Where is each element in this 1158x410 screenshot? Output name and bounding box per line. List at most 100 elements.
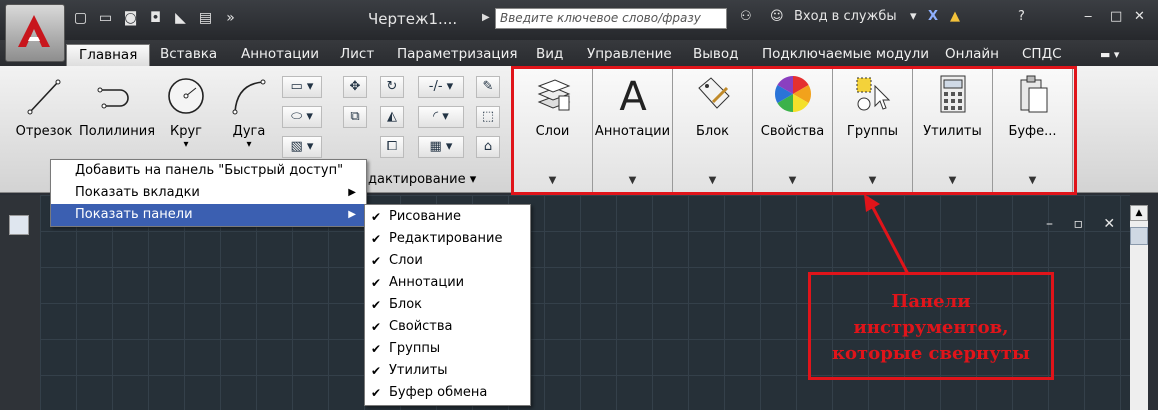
panel-expand-icon: ▾: [469, 172, 477, 187]
scale-button[interactable]: ⧠: [380, 136, 404, 158]
submenu-item-annotations[interactable]: ✔ Аннотации: [365, 272, 530, 294]
submenu-item-label: Свойства: [389, 319, 453, 334]
signin-link[interactable]: Вход в службы: [794, 9, 897, 24]
check-icon: ✔: [371, 386, 382, 400]
offset-button[interactable]: ⌂: [476, 136, 500, 158]
annotation-line-3: которые свернуты: [832, 343, 1030, 364]
submenu-item-utilities[interactable]: ✔ Утилиты: [365, 360, 530, 382]
save-icon[interactable]: ◙: [122, 10, 139, 27]
more-icon[interactable]: »: [222, 10, 239, 27]
move-button[interactable]: ✥: [343, 76, 367, 98]
quick-access-toolbar: ▢ ▭ ◙ ◘ ◣ ▤ »: [72, 10, 239, 27]
line-tool-label: Отрезок: [15, 124, 73, 139]
submenu-item-label: Группы: [389, 341, 441, 356]
hatch-button[interactable]: ▧ ▾: [282, 136, 322, 158]
tab-layout[interactable]: Лист: [340, 44, 374, 66]
ribbon-toggle-icon[interactable]: ▬ ▾: [1100, 44, 1119, 66]
search-input[interactable]: Введите ключевое слово/фразу: [495, 8, 727, 29]
menu-item-show-panels[interactable]: Показать панели ▶: [51, 204, 366, 226]
line-icon: [27, 79, 61, 115]
rotate-button[interactable]: ↻: [380, 76, 404, 98]
trim-button[interactable]: -/- ▾: [418, 76, 464, 98]
arc-dropdown-icon[interactable]: ▾: [226, 139, 272, 150]
viewport-control-icon[interactable]: [9, 215, 29, 235]
tab-spds[interactable]: СПДС: [1022, 44, 1062, 66]
arc-tool[interactable]: Дуга ▾: [226, 74, 272, 150]
tab-addins[interactable]: Подключаемые модули: [762, 44, 929, 66]
close-icon[interactable]: ✕: [1134, 9, 1145, 24]
autocad-logo-icon: [18, 15, 50, 47]
array-button[interactable]: ▦ ▾: [418, 136, 464, 158]
document-title: Чертеж1....: [368, 10, 458, 28]
submenu-arrow-icon: ▶: [348, 187, 356, 198]
modify-panel-label: дактирование: [368, 172, 466, 187]
submenu-item-label: Буфер обмена: [389, 385, 488, 400]
minimize-icon[interactable]: ‒: [1084, 9, 1092, 24]
exchange-icon[interactable]: X: [928, 9, 938, 24]
tab-home[interactable]: Главная: [66, 44, 151, 66]
left-toolbar: [0, 195, 40, 410]
ribbon-context-menu: Добавить на панель "Быстрый доступ" Пока…: [50, 159, 367, 227]
modify-panel-title[interactable]: дактирование ▾: [368, 172, 476, 187]
explode-button[interactable]: ⬚: [476, 106, 500, 128]
circle-tool-label: Круг: [169, 124, 202, 139]
submenu-item-label: Редактирование: [389, 231, 503, 246]
save-as-icon[interactable]: ◘: [147, 10, 164, 27]
tab-parametric[interactable]: Параметризация: [397, 44, 518, 66]
submenu-item-block[interactable]: ✔ Блок: [365, 294, 530, 316]
help-icon[interactable]: ?: [1018, 9, 1025, 24]
submenu-item-properties[interactable]: ✔ Свойства: [365, 316, 530, 338]
user-icon[interactable]: ☺: [770, 9, 784, 24]
circle-dropdown-icon[interactable]: ▾: [163, 139, 209, 150]
tab-annotate[interactable]: Аннотации: [241, 44, 319, 66]
polyline-tool[interactable]: Полилиния: [79, 74, 155, 139]
line-tool[interactable]: Отрезок: [13, 74, 75, 139]
scroll-thumb[interactable]: [1130, 227, 1148, 245]
copy-button[interactable]: ⧉: [343, 106, 367, 128]
autodesk-apps-icon[interactable]: ▲: [950, 9, 960, 24]
tab-online[interactable]: Онлайн: [945, 44, 999, 66]
polyline-icon: [97, 87, 129, 109]
tab-manage[interactable]: Управление: [587, 44, 672, 66]
mirror-button[interactable]: ◭: [380, 106, 404, 128]
submenu-item-label: Аннотации: [389, 275, 465, 290]
tab-view[interactable]: Вид: [536, 44, 563, 66]
submenu-item-modify[interactable]: ✔ Редактирование: [365, 228, 530, 250]
submenu-item-clipboard[interactable]: ✔ Буфер обмена: [365, 382, 530, 404]
submenu-item-groups[interactable]: ✔ Группы: [365, 338, 530, 360]
application-menu-button[interactable]: [5, 4, 65, 62]
annotation-line-1: Панели: [891, 291, 971, 312]
print-icon[interactable]: ▤: [197, 10, 214, 27]
submenu-arrow-icon: ▶: [348, 209, 356, 220]
new-file-icon[interactable]: ▢: [72, 10, 89, 27]
collapsed-panels-highlight: [511, 66, 1077, 195]
tab-output[interactable]: Вывод: [693, 44, 738, 66]
menu-item-label: Добавить на панель "Быстрый доступ": [75, 163, 344, 178]
menu-item-add-quick-access[interactable]: Добавить на панель "Быстрый доступ": [51, 160, 366, 182]
check-icon: ✔: [371, 342, 382, 356]
tab-insert[interactable]: Вставка: [160, 44, 217, 66]
menu-item-label: Показать вкладки: [75, 185, 200, 200]
fillet-button[interactable]: ◜ ▾: [418, 106, 464, 128]
erase-button[interactable]: ✎: [476, 76, 500, 98]
restore-icon[interactable]: □: [1110, 9, 1122, 24]
ribbon-tabs: Главная Вставка Аннотации Лист Параметри…: [0, 40, 1158, 66]
submenu-item-draw[interactable]: ✔ Рисование: [365, 206, 530, 228]
menu-item-show-tabs[interactable]: Показать вкладки ▶: [51, 182, 366, 204]
circle-tool[interactable]: Круг ▾: [163, 74, 209, 150]
binoculars-icon[interactable]: ⚇: [740, 9, 752, 24]
rectangle-button[interactable]: ▭ ▾: [282, 76, 322, 98]
expand-arrow-icon[interactable]: ▶: [482, 12, 490, 23]
arc-icon: [232, 79, 266, 115]
check-icon: ✔: [371, 298, 382, 312]
submenu-item-layers[interactable]: ✔ Слои: [365, 250, 530, 272]
panels-submenu: ✔ Рисование ✔ Редактирование ✔ Слои ✔ Аннота…: [364, 204, 531, 406]
ellipse-button[interactable]: ⬭ ▾: [282, 106, 322, 128]
check-icon: ✔: [371, 254, 382, 268]
plot-icon[interactable]: ◣: [172, 10, 189, 27]
dropdown-icon[interactable]: ▾: [910, 9, 917, 24]
open-folder-icon[interactable]: ▭: [97, 10, 114, 27]
vertical-scrollbar[interactable]: ▲: [1130, 205, 1148, 410]
drawing-window-controls[interactable]: – ▫ ✕: [1046, 216, 1123, 232]
scroll-up-icon[interactable]: ▲: [1130, 205, 1148, 221]
